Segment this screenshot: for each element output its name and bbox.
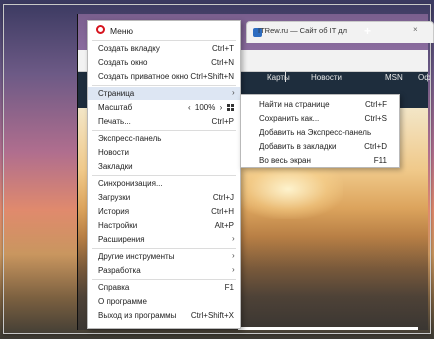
zoom-value: 100% (194, 103, 216, 112)
menu-item-label: Печать... (98, 117, 131, 126)
menu-item-downloads[interactable]: Загрузки Ctrl+J (88, 191, 240, 204)
menu-item-extensions[interactable]: Расширения › (88, 233, 240, 246)
new-tab-button[interactable]: + (364, 24, 371, 38)
menu-item-new-window[interactable]: Создать окно Ctrl+N (88, 56, 240, 69)
menu-item-label: Создать вкладку (98, 44, 160, 53)
menu-item-shortcut: Ctrl+N (211, 58, 234, 67)
submenu-item-label: Во весь экран (259, 156, 311, 165)
fullscreen-icon[interactable] (227, 104, 234, 111)
menu-item-sync[interactable]: Синхронизация... (88, 177, 240, 190)
menu-item-label: О программе (98, 297, 147, 306)
submenu-item-save-as[interactable]: Сохранить как... Ctrl+S (241, 112, 399, 126)
menu-item-shortcut: Ctrl+H (211, 207, 234, 216)
menu-divider (92, 175, 236, 176)
menu-item-label: Экспресс-панель (98, 134, 162, 143)
submenu-item-shortcut: Ctrl+D (364, 142, 387, 151)
menu-divider (92, 40, 236, 41)
site-nav-news[interactable]: Новости (311, 73, 342, 82)
menu-item-shortcut: Alt+P (214, 221, 234, 230)
menu-item-speed-dial[interactable]: Экспресс-панель (88, 132, 240, 145)
chevron-right-icon: › (232, 265, 235, 274)
menu-item-shortcut: F1 (224, 283, 234, 292)
menu-header[interactable]: Меню (88, 21, 240, 39)
menu-item-page[interactable]: Страница › (88, 87, 240, 100)
tab-close-icon[interactable]: × (413, 25, 418, 34)
menu-item-settings[interactable]: Настройки Alt+P (88, 219, 240, 232)
menu-item-shortcut: Ctrl+P (211, 117, 234, 126)
menu-item-exit[interactable]: Выход из программы Ctrl+Shift+X (88, 309, 240, 322)
zoom-out-button[interactable]: ‹ (188, 103, 191, 112)
menu-divider (92, 130, 236, 131)
site-nav-maps[interactable]: Карты (267, 73, 290, 82)
menu-item-history[interactable]: История Ctrl+H (88, 205, 240, 218)
chevron-right-icon: › (232, 251, 235, 260)
menu-item-label: Страница (98, 89, 135, 98)
menu-divider (92, 279, 236, 280)
opera-logo-icon (96, 25, 105, 34)
site-nav-msn[interactable]: MSN (385, 73, 403, 82)
menu-item-label: Создать окно (98, 58, 148, 67)
chevron-right-icon: › (232, 234, 235, 243)
menu-item-label: История (98, 207, 130, 216)
menu-item-label: Другие инструменты (98, 252, 175, 261)
menu-item-label: Настройки (98, 221, 138, 230)
submenu-item-label: Добавить в закладки (259, 142, 337, 151)
sun-glow (233, 159, 343, 219)
site-nav-office[interactable]: Офи (418, 73, 430, 82)
submenu-item-find[interactable]: Найти на странице Ctrl+F (241, 98, 399, 112)
submenu-item-shortcut: Ctrl+S (364, 114, 387, 123)
submenu-item-shortcut: F11 (373, 156, 387, 165)
submenu-item-fullscreen[interactable]: Во весь экран F11 (241, 154, 399, 168)
page-content-strip (238, 327, 418, 330)
menu-item-help[interactable]: Справка F1 (88, 281, 240, 294)
submenu-item-shortcut: Ctrl+F (365, 100, 387, 109)
menu-item-other-tools[interactable]: Другие инструменты › (88, 250, 240, 263)
menu-divider (92, 85, 236, 86)
menu-item-label: Разработка (98, 266, 141, 275)
menu-divider (92, 248, 236, 249)
menu-item-label: Расширения (98, 235, 145, 244)
menu-title: Меню (110, 26, 133, 36)
menu-item-label: Синхронизация... (98, 179, 163, 188)
menu-item-zoom: Масштаб ‹ 100% › (88, 101, 240, 114)
opera-main-menu: Меню Создать вкладку Ctrl+T Создать окно… (87, 20, 241, 329)
menu-item-about[interactable]: О программе (88, 295, 240, 308)
menu-item-developer[interactable]: Разработка › (88, 264, 240, 277)
submenu-item-label: Сохранить как... (259, 114, 320, 123)
chevron-right-icon: › (232, 88, 235, 97)
menu-item-label: Загрузки (98, 193, 131, 202)
menu-item-shortcut: Ctrl+J (212, 193, 234, 202)
submenu-item-label: Добавить на Экспресс-панель (259, 128, 372, 137)
menu-item-label: Закладки (98, 162, 133, 171)
menu-item-bookmarks[interactable]: Закладки (88, 160, 240, 173)
page-submenu: Найти на странице Ctrl+F Сохранить как..… (240, 94, 400, 168)
zoom-in-button[interactable]: › (220, 103, 223, 112)
submenu-item-label: Найти на странице (259, 100, 330, 109)
tab-title: ITRew.ru — Сайт об IT дл (258, 26, 347, 35)
menu-item-print[interactable]: Печать... Ctrl+P (88, 115, 240, 128)
menu-item-shortcut: Ctrl+Shift+N (190, 72, 234, 81)
menu-item-label: Справка (98, 283, 130, 292)
menu-item-shortcut: Ctrl+T (212, 44, 234, 53)
menu-item-news[interactable]: Новости (88, 146, 240, 159)
submenu-item-add-bookmark[interactable]: Добавить в закладки Ctrl+D (241, 140, 399, 154)
menu-item-shortcut: Ctrl+Shift+X (190, 311, 234, 320)
menu-item-label: Новости (98, 148, 129, 157)
submenu-item-add-speed-dial[interactable]: Добавить на Экспресс-панель (241, 126, 399, 140)
menu-item-new-private-window[interactable]: Создать приватное окно Ctrl+Shift+N (88, 70, 240, 83)
menu-item-label: Выход из программы (98, 311, 177, 320)
menu-item-new-tab[interactable]: Создать вкладку Ctrl+T (88, 42, 240, 55)
site-nav-divider (285, 70, 286, 82)
menu-item-label: Создать приватное окно (98, 72, 189, 81)
menu-item-label: Масштаб (98, 103, 133, 112)
